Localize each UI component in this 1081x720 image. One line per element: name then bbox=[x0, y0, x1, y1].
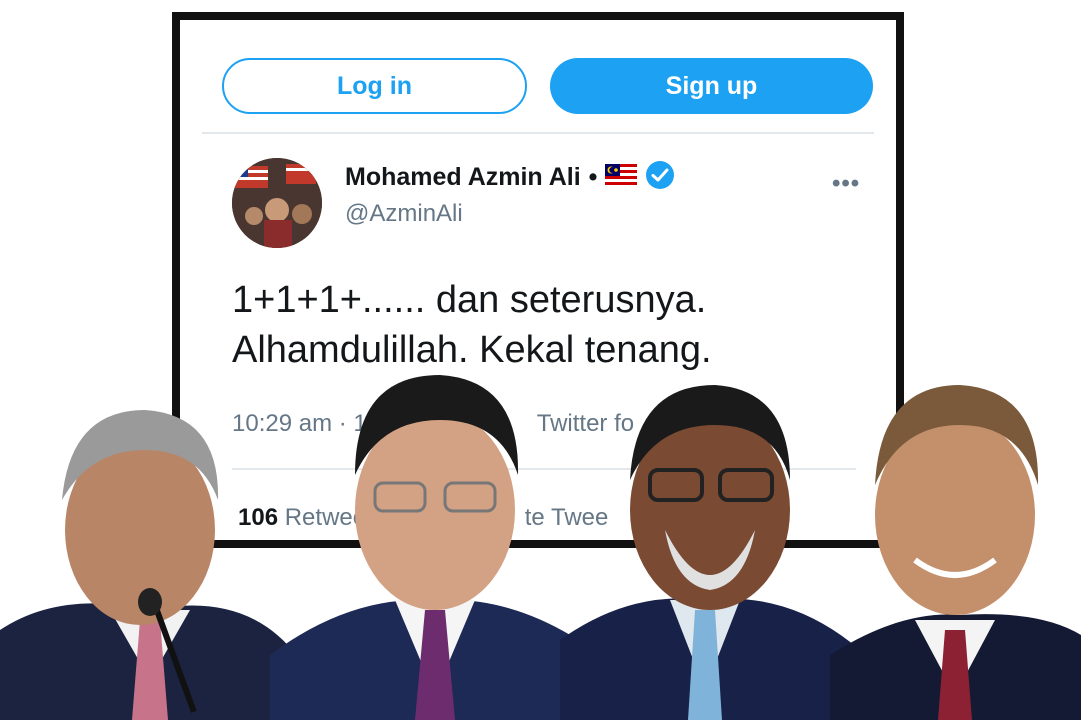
tweet-text: 1+1+1+...... dan seterusnya. Alhamdulill… bbox=[232, 275, 712, 375]
author-name[interactable]: Mohamed Azmin Ali bbox=[345, 163, 581, 192]
person-photo-left bbox=[0, 410, 300, 720]
more-icon[interactable]: ••• bbox=[832, 170, 860, 198]
verified-badge-icon bbox=[645, 160, 675, 195]
divider bbox=[202, 132, 874, 134]
avatar[interactable] bbox=[232, 158, 322, 248]
signup-button[interactable]: Sign up bbox=[550, 58, 873, 114]
tweet-line: 1+1+1+...... dan seterusnya. bbox=[232, 279, 707, 321]
separator-dot: • bbox=[588, 163, 598, 191]
malaysia-flag-icon bbox=[605, 164, 638, 191]
login-button[interactable]: Log in bbox=[222, 58, 527, 114]
person-photo-center-right bbox=[560, 385, 860, 720]
author-handle[interactable]: @AzminAli bbox=[345, 200, 463, 228]
person-photo-right bbox=[830, 385, 1081, 720]
author-row: Mohamed Azmin Ali • bbox=[345, 160, 675, 195]
